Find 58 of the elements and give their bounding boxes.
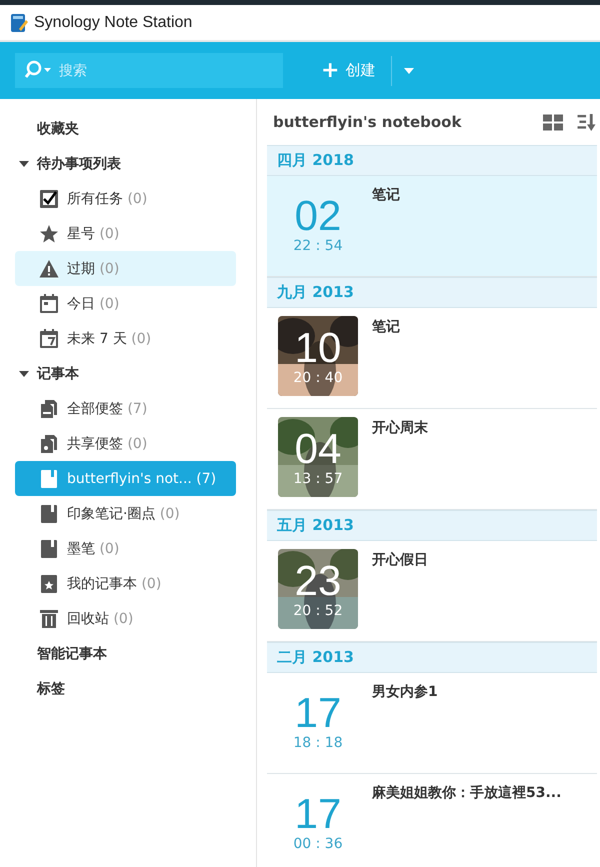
notebook-icon bbox=[10, 12, 28, 32]
month-heading: 四月 2018 bbox=[277, 151, 354, 170]
sidebar-item[interactable]: 未来 7 天 (0) bbox=[15, 321, 236, 356]
note-item[interactable]: 02 22 : 54 笔记 bbox=[267, 176, 597, 277]
shared-notes-icon bbox=[39, 434, 59, 454]
notebook-icon bbox=[39, 538, 59, 558]
notebook-icon bbox=[39, 504, 59, 524]
month-heading: 二月 2013 bbox=[277, 648, 354, 667]
month-heading: 九月 2013 bbox=[277, 283, 354, 302]
sidebar-item[interactable]: 我的记事本 (0) bbox=[15, 566, 236, 601]
sidebar-item[interactable]: 墨笔 (0) bbox=[15, 531, 236, 566]
note-time: 22 : 54 bbox=[293, 238, 343, 254]
note-day: 10 bbox=[294, 326, 342, 370]
note-item[interactable]: 17 00 : 36 麻美姐姐教你：手放這裡53... bbox=[267, 774, 597, 867]
note-day: 04 bbox=[294, 427, 342, 471]
note-item[interactable]: 17 18 : 18 男女内参1 bbox=[267, 673, 597, 774]
sidebar-item[interactable]: 星号 (0) bbox=[15, 216, 236, 251]
starred-notebook-icon bbox=[39, 574, 59, 594]
sidebar-item[interactable]: 共享便签 (0) bbox=[15, 426, 236, 461]
calendar-icon bbox=[39, 328, 59, 348]
section-heading[interactable]: 待办事项列表 bbox=[37, 154, 121, 172]
section-heading[interactable]: 收藏夹 bbox=[19, 120, 79, 138]
notebook-title: butterflyin's notebook bbox=[273, 113, 462, 131]
calendar-icon bbox=[39, 294, 59, 314]
note-title: 麻美姐姐教你：手放這裡53... bbox=[372, 784, 562, 803]
sidebar-item[interactable]: 印象笔记·圈点 (0) bbox=[15, 496, 236, 531]
section-heading[interactable]: 标签 bbox=[19, 680, 65, 698]
star-icon bbox=[39, 224, 59, 244]
sidebar-item[interactable]: 今日 (0) bbox=[15, 286, 236, 321]
note-time: 18 : 18 bbox=[293, 735, 343, 751]
note-day: 02 bbox=[294, 194, 342, 238]
checkbox-icon bbox=[39, 188, 59, 208]
note-day: 17 bbox=[294, 691, 342, 735]
sidebar-item[interactable]: 所有任务 (0) bbox=[15, 181, 236, 216]
warning-icon bbox=[39, 258, 59, 278]
notes-icon bbox=[39, 398, 59, 418]
caret-icon[interactable] bbox=[19, 368, 29, 378]
note-day: 17 bbox=[294, 792, 342, 836]
section-heading[interactable]: 智能记事本 bbox=[19, 644, 107, 662]
note-time: 00 : 36 bbox=[293, 836, 343, 852]
window-title: Synology Note Station bbox=[34, 14, 192, 32]
note-title: 开心周末 bbox=[372, 418, 428, 438]
note-title: 开心假日 bbox=[372, 550, 428, 570]
notebook-icon bbox=[39, 468, 59, 488]
sidebar-item[interactable]: 全部便签 (7) bbox=[15, 391, 236, 426]
section-heading[interactable]: 记事本 bbox=[37, 364, 79, 382]
note-title: 笔记 bbox=[372, 318, 400, 337]
month-heading: 五月 2013 bbox=[277, 516, 354, 535]
sidebar-item[interactable]: 过期 (0) bbox=[15, 251, 236, 286]
grid-view-icon[interactable] bbox=[543, 114, 563, 130]
sort-icon[interactable] bbox=[577, 114, 597, 130]
note-title: 男女内参1 bbox=[372, 683, 438, 702]
trash-icon bbox=[39, 608, 59, 628]
note-day: 23 bbox=[294, 559, 342, 603]
note-title: 笔记 bbox=[372, 186, 400, 205]
sidebar-item[interactable]: 回收站 (0) bbox=[15, 601, 236, 636]
search-field[interactable]: 搜索 bbox=[15, 53, 283, 88]
caret-icon[interactable] bbox=[19, 158, 29, 168]
